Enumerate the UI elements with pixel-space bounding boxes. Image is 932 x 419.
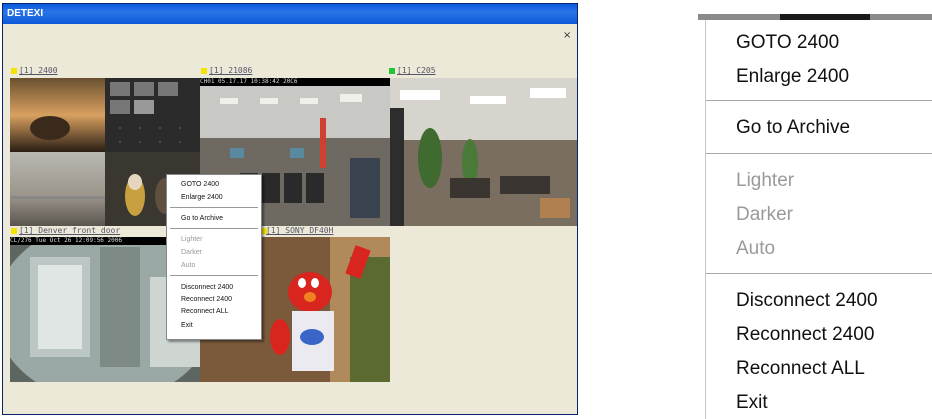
camera-label-2400[interactable]: [1] 2400 xyxy=(19,66,58,76)
camera-label-sony-df40h[interactable]: [1] SONY DF40H xyxy=(266,226,333,236)
context-menu-small: GOTO 2400 Enlarge 2400 Go to Archive Lig… xyxy=(166,174,262,340)
menu-item-exit[interactable]: Exit xyxy=(736,391,768,415)
context-menu-zoomed: GOTO 2400 Enlarge 2400 Go to Archive Lig… xyxy=(705,20,932,419)
app-window: DETEXI × [1] 2400 [1] 21086 [1] C205 CH0… xyxy=(2,3,578,415)
menu-item-exit[interactable]: Exit xyxy=(181,321,193,330)
menu-separator xyxy=(706,273,932,274)
menu-item-auto: Auto xyxy=(736,238,776,259)
open-office-view-image xyxy=(390,78,577,226)
menu-item-darker: Darker xyxy=(736,204,794,225)
camera-label-denver-front-door[interactable]: [1] Denver front door xyxy=(19,226,120,236)
camera-overlay-text: CH01 05.17.17 10:38:42 20C6 xyxy=(200,78,390,86)
menu-item-reconnect[interactable]: Reconnect 2400 xyxy=(181,295,232,304)
camera-feed-c205[interactable] xyxy=(390,78,577,226)
menu-item-reconnect-all[interactable]: Reconnect ALL xyxy=(736,357,865,381)
menu-separator xyxy=(170,207,258,208)
menu-separator xyxy=(170,228,258,229)
menu-item-lighter: Lighter xyxy=(736,170,795,191)
status-indicator-icon xyxy=(201,68,207,74)
menu-item-darker: Darker xyxy=(181,249,203,256)
menu-item-goto[interactable]: GOTO 2400 xyxy=(181,180,219,189)
menu-item-disconnect[interactable]: Disconnect 2400 xyxy=(181,283,233,292)
status-indicator-icon xyxy=(389,68,395,74)
menu-separator xyxy=(706,100,932,101)
menu-separator xyxy=(170,275,258,276)
menu-item-goto[interactable]: GOTO 2400 xyxy=(736,31,839,55)
menu-item-reconnect-all[interactable]: Reconnect ALL xyxy=(181,307,228,316)
menu-item-go-to-archive[interactable]: Go to Archive xyxy=(181,214,223,223)
status-indicator-icon xyxy=(11,228,17,234)
menu-separator xyxy=(706,153,932,154)
menu-item-enlarge[interactable]: Enlarge 2400 xyxy=(736,65,849,89)
camera-label-c205[interactable]: [1] C205 xyxy=(397,66,436,76)
window-title-bar[interactable]: DETEXI xyxy=(3,4,577,24)
close-icon[interactable]: × xyxy=(563,31,573,41)
menu-item-enlarge[interactable]: Enlarge 2400 xyxy=(181,193,223,202)
menu-item-reconnect[interactable]: Reconnect 2400 xyxy=(736,323,874,347)
menu-item-go-to-archive[interactable]: Go to Archive xyxy=(736,116,850,140)
camera-label-21086[interactable]: [1] 21086 xyxy=(209,66,252,76)
menu-item-auto: Auto xyxy=(181,262,196,269)
window-title: DETEXI xyxy=(7,8,44,19)
status-indicator-icon xyxy=(11,68,17,74)
camera-overlay-text: CL/276 Tue Oct 26 12:09:56 2006 xyxy=(10,237,168,245)
menu-item-disconnect[interactable]: Disconnect 2400 xyxy=(736,289,878,313)
menu-item-lighter: Lighter xyxy=(181,236,203,243)
